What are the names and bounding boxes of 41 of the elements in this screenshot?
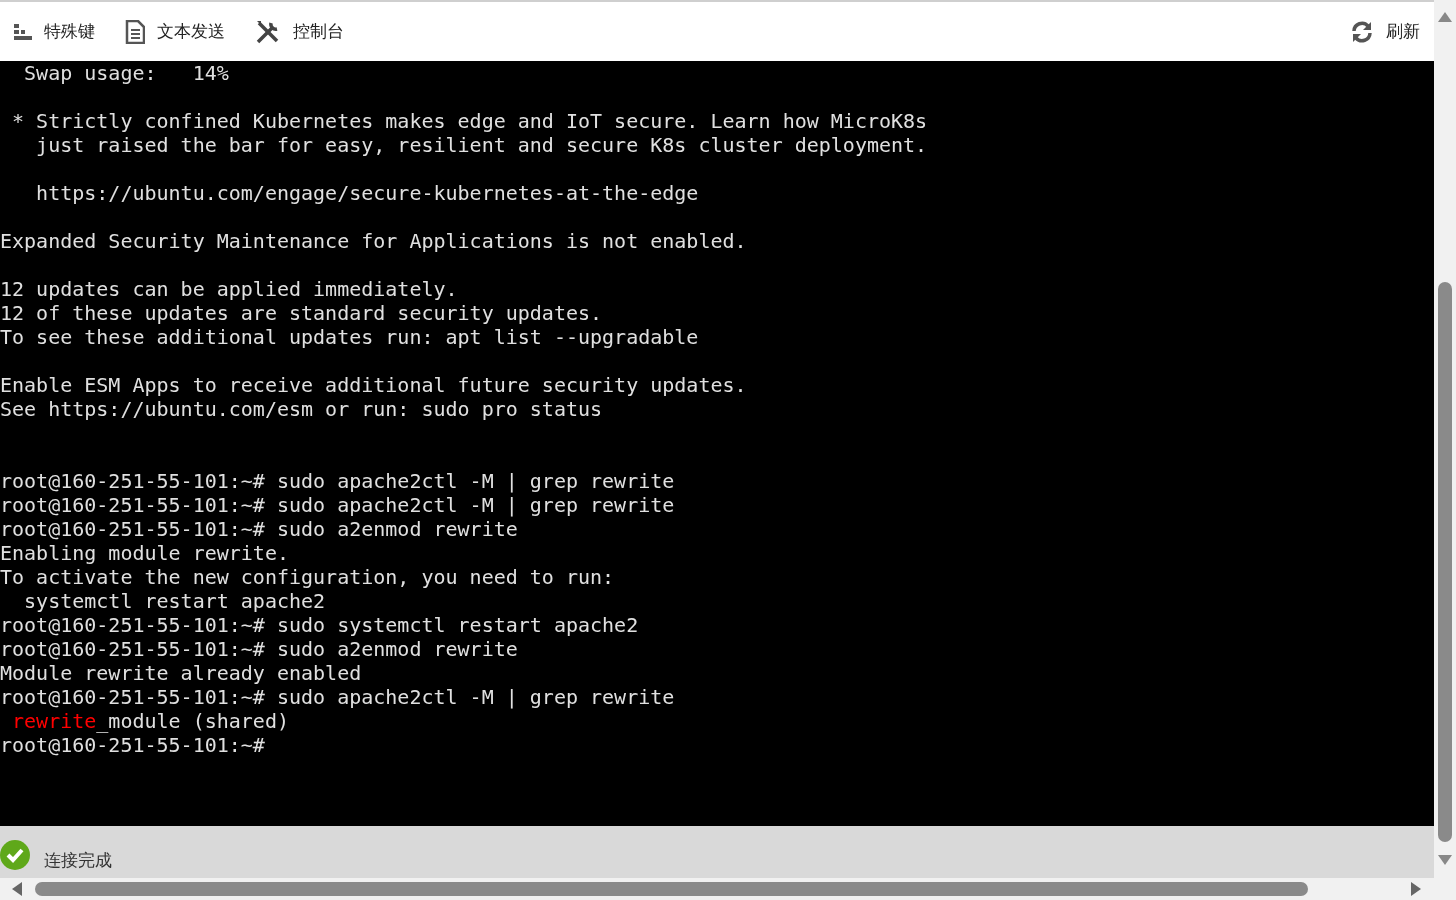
terminal-line: Enabling module rewrite. <box>0 541 289 565</box>
terminal-line: * Strictly confined Kubernetes makes edge and IoT secure. Learn how MicroK8s <box>11 109 928 133</box>
terminal-line: Expanded Security Maintenance for Applications is not enabled. <box>0 229 747 253</box>
toolbar-button[interactable]: 刷新 <box>1350 16 1420 47</box>
terminal-line: To activate the new configuration, you need to run: <box>0 565 615 589</box>
terminal-text: _module (shared) <box>96 709 289 733</box>
horizontal-scrollbar[interactable] <box>0 878 1456 900</box>
terminal-line: root@160-251-55-101:~# sudo a2enmod rewrite <box>0 637 518 661</box>
refresh-icon <box>1350 20 1374 43</box>
terminal-line: https://ubuntu.com/engage/secure-kubernetes-at-the-edge <box>35 181 699 205</box>
terminal-line: root@160-251-55-101:~# sudo apache2ctl -M | grep rewrite <box>0 493 675 517</box>
terminal-text: rewrite <box>11 709 97 733</box>
terminal-line: To see these additional updates run: apt list --upgradable <box>0 325 699 349</box>
terminal-line: 12 updates can be applied immediately. <box>0 277 458 301</box>
terminal-line: See https://ubuntu.com/esm or run: sudo pro status <box>0 397 603 421</box>
terminal-line: systemctl restart apache2 <box>23 589 326 613</box>
tools-icon <box>255 18 281 45</box>
toolbar-button[interactable]: 特殊键 <box>14 16 95 47</box>
terminal-line: Enable ESM Apps to receive additional future security updates. <box>0 373 747 397</box>
terminal-line: root@160-251-55-101:~# <box>0 733 265 757</box>
terminal-line: root@160-251-55-101:~# sudo apache2ctl -M | grep rewrite <box>0 469 675 493</box>
scrollbar-thumb[interactable] <box>1438 282 1452 842</box>
document-icon <box>125 19 145 44</box>
toolbar-button[interactable]: 控制台 <box>255 14 344 49</box>
check-icon <box>0 840 30 870</box>
terminal-line: just raised the bar for easy, resilient and secure K8s cluster deployment. <box>35 133 928 157</box>
terminal-line: root@160-251-55-101:~# sudo apache2ctl -M | grep rewrite <box>0 685 675 709</box>
scrollbar-thumb[interactable] <box>35 882 1308 896</box>
scroll-down-icon[interactable] <box>1438 855 1452 865</box>
terminal-line: 12 of these updates are standard security updates. <box>0 301 603 325</box>
terminal-line: root@160-251-55-101:~# sudo a2enmod rewrite <box>0 517 518 541</box>
terminal-line: Module rewrite already enabled <box>0 661 362 685</box>
bar-steps-icon <box>14 23 32 40</box>
scroll-up-icon[interactable] <box>1438 12 1452 22</box>
scroll-right-icon[interactable] <box>1411 882 1421 896</box>
vertical-scrollbar[interactable] <box>1434 0 1456 878</box>
terminal-line: root@160-251-55-101:~# sudo systemctl restart apache2 <box>0 613 639 637</box>
scroll-left-icon[interactable] <box>12 882 22 896</box>
toolbar-button[interactable]: 文本发送 <box>125 15 225 48</box>
status-text: 连接完成 <box>44 849 112 872</box>
terminal-line: Swap usage: 14% <box>23 61 229 85</box>
